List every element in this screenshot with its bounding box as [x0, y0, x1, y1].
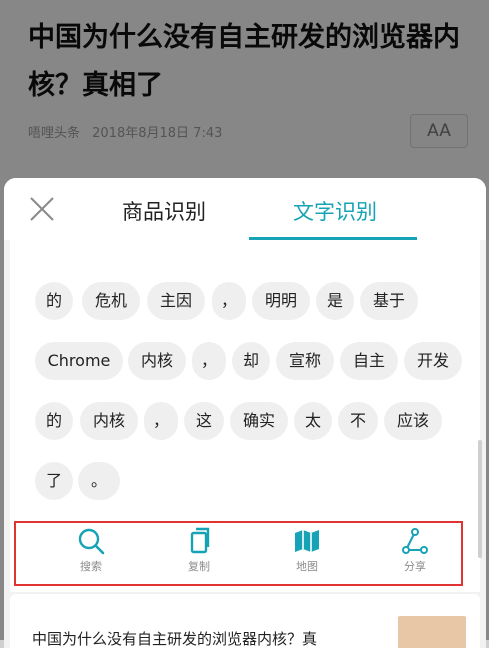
share-label: 分享 — [404, 560, 426, 573]
preview-title: 中国为什么没有自主研发的浏览器内核？真 — [32, 630, 318, 648]
share-icon — [402, 528, 428, 554]
recognition-sheet: 商品识别 文字识别 的 危机 主因 ， 明明 是 基于 Chrome 内核 ， … — [4, 178, 486, 648]
word-chip[interactable]: ， — [212, 282, 246, 320]
word-chip[interactable]: 不 — [338, 402, 378, 440]
tab-text-recognition[interactable]: 文字识别 — [254, 196, 416, 226]
word-chip[interactable]: 内核 — [80, 402, 138, 440]
word-chip[interactable]: 自主 — [340, 342, 398, 380]
word-chip[interactable]: 是 — [316, 282, 354, 320]
close-icon[interactable] — [28, 195, 56, 223]
map-icon — [295, 530, 319, 552]
action-toolbar: 搜索 复制 地图 分享 — [14, 521, 463, 586]
word-chip[interactable]: Chrome — [35, 342, 123, 380]
share-button[interactable]: 分享 — [380, 527, 450, 574]
word-chip[interactable]: ， — [144, 402, 178, 440]
search-button[interactable]: 搜索 — [56, 527, 126, 574]
map-label: 地图 — [296, 560, 318, 573]
word-chip[interactable]: 了 — [35, 462, 73, 500]
map-button[interactable]: 地图 — [272, 527, 342, 574]
word-chip[interactable]: 主因 — [147, 282, 205, 320]
tab-product-recognition[interactable]: 商品识别 — [94, 196, 234, 226]
word-chip[interactable]: 却 — [232, 342, 270, 380]
word-chip[interactable]: 的 — [35, 402, 73, 440]
word-chip[interactable]: 内核 — [128, 342, 186, 380]
word-chip[interactable]: 太 — [294, 402, 332, 440]
search-icon — [78, 528, 105, 555]
word-chip[interactable]: 宣称 — [276, 342, 334, 380]
word-chip[interactable]: 危机 — [82, 282, 140, 320]
word-chip[interactable]: 应该 — [384, 402, 442, 440]
search-label: 搜索 — [80, 560, 102, 573]
word-chip[interactable]: 确实 — [230, 402, 288, 440]
copy-button[interactable]: 复制 — [164, 527, 234, 574]
copy-label: 复制 — [188, 560, 210, 573]
word-chip[interactable]: 明明 — [252, 282, 310, 320]
word-chip[interactable]: 的 — [35, 282, 73, 320]
word-chip[interactable]: 。 — [78, 462, 120, 500]
preview-thumbnail — [398, 616, 466, 648]
word-chip[interactable]: 开发 — [404, 342, 462, 380]
sheet-tabbar: 商品识别 文字识别 — [4, 178, 486, 240]
copy-icon — [190, 527, 210, 554]
word-chip[interactable]: 这 — [184, 402, 224, 440]
word-chip[interactable]: ， — [192, 342, 226, 380]
scrollbar[interactable] — [478, 440, 482, 558]
word-chip[interactable]: 基于 — [360, 282, 418, 320]
